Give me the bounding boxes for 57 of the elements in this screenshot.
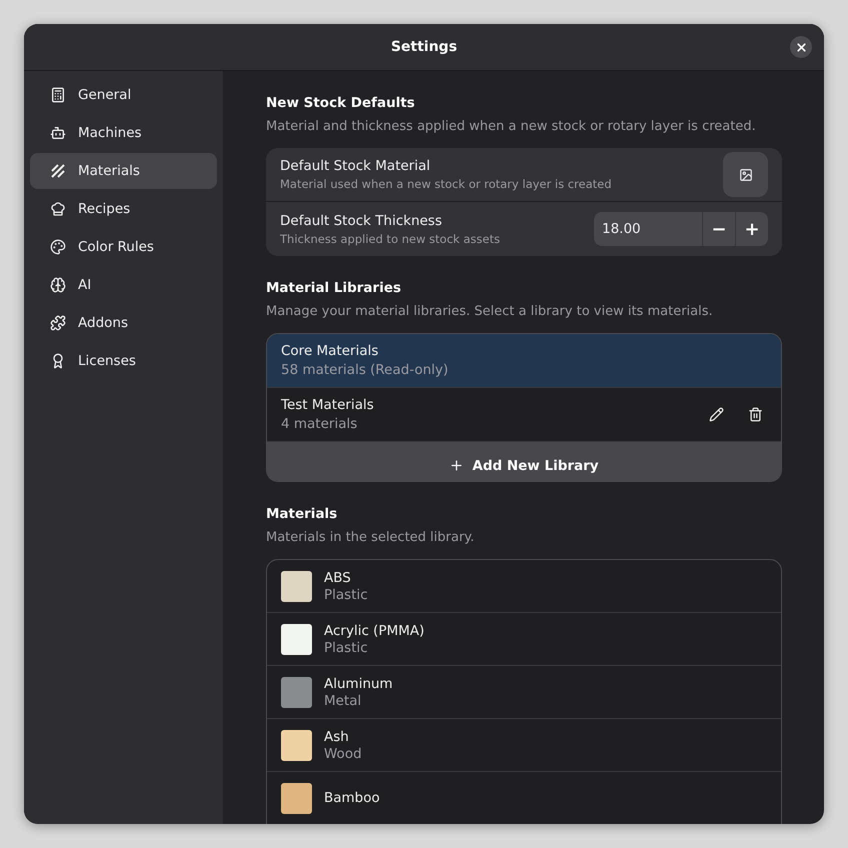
- close-icon: [794, 40, 808, 54]
- material-picker-button[interactable]: [723, 152, 768, 197]
- library-detail: 4 materials: [281, 416, 358, 432]
- section-title: Material Libraries: [266, 280, 402, 296]
- library-row[interactable]: Core Materials 58 materials (Read-only): [267, 334, 781, 387]
- decrement-button[interactable]: −: [702, 212, 735, 246]
- material-name: Bamboo: [324, 790, 380, 806]
- chef-hat-icon: [50, 201, 66, 217]
- section-description: Manage your material libraries. Select a library to view its materials.: [266, 304, 714, 319]
- row-hint: Material used when a new stock or rotary layer is created: [280, 177, 613, 191]
- image-icon: [738, 168, 752, 182]
- material-category: Plastic: [324, 640, 369, 656]
- palette-icon: [50, 239, 66, 255]
- sidebar-item[interactable]: Color Rules: [30, 229, 217, 265]
- library-name: Test Materials: [281, 397, 375, 413]
- section-title: Materials: [266, 506, 338, 522]
- row-label: Default Stock Thickness: [280, 212, 443, 228]
- material-category: Metal: [324, 692, 362, 708]
- section-description: Material and thickness applied when a new stock or rotary layer is created.: [266, 119, 757, 134]
- material-row[interactable]: Acrylic (PMMA) Plastic: [267, 612, 781, 665]
- pencil-icon: [709, 407, 724, 422]
- robot-icon: [50, 125, 66, 141]
- close-button[interactable]: [790, 36, 812, 58]
- sidebar-item[interactable]: General: [30, 77, 217, 113]
- material-row[interactable]: Ash Wood: [267, 718, 781, 771]
- sidebar-item[interactable]: Materials: [30, 153, 217, 189]
- material-name: Aluminum: [324, 676, 393, 692]
- calculator-icon: [50, 87, 66, 103]
- material-category: Plastic: [324, 586, 368, 602]
- library-name: Core Materials: [281, 343, 380, 359]
- sidebar-item[interactable]: Addons: [30, 305, 217, 341]
- section-description: Materials in the selected library.: [266, 530, 476, 545]
- material-row[interactable]: Bamboo: [267, 771, 781, 824]
- row-hint: Thickness applied to new stock assets: [280, 232, 501, 246]
- plus-icon: [449, 458, 464, 473]
- material-row[interactable]: Aluminum Metal: [267, 665, 781, 718]
- material-row[interactable]: ABS Plastic: [267, 560, 781, 612]
- material-name: Ash: [324, 728, 350, 744]
- puzzle-icon: [50, 315, 66, 331]
- hatch-icon: [50, 163, 66, 179]
- section-title: New Stock Defaults: [266, 95, 416, 111]
- thickness-spinner[interactable]: 18.00 − +: [594, 212, 768, 246]
- sidebar-item[interactable]: Machines: [30, 115, 217, 151]
- window-title: Settings: [390, 39, 458, 55]
- row-label: Default Stock Material: [280, 158, 432, 174]
- material-name: Acrylic (PMMA): [324, 622, 424, 638]
- sidebar-item[interactable]: AI: [30, 267, 217, 303]
- increment-button[interactable]: +: [735, 212, 768, 246]
- sidebar-item[interactable]: Recipes: [30, 191, 217, 227]
- thickness-field[interactable]: 18.00: [594, 212, 702, 246]
- library-detail: 58 materials (Read-only): [281, 362, 450, 378]
- trash-icon: [748, 407, 763, 422]
- brain-icon: [50, 277, 66, 293]
- add-library-button[interactable]: Add New Library: [267, 441, 781, 481]
- material-category: Wood: [324, 746, 362, 762]
- sidebar-item[interactable]: Licenses: [30, 343, 217, 379]
- material-name: ABS: [324, 570, 352, 586]
